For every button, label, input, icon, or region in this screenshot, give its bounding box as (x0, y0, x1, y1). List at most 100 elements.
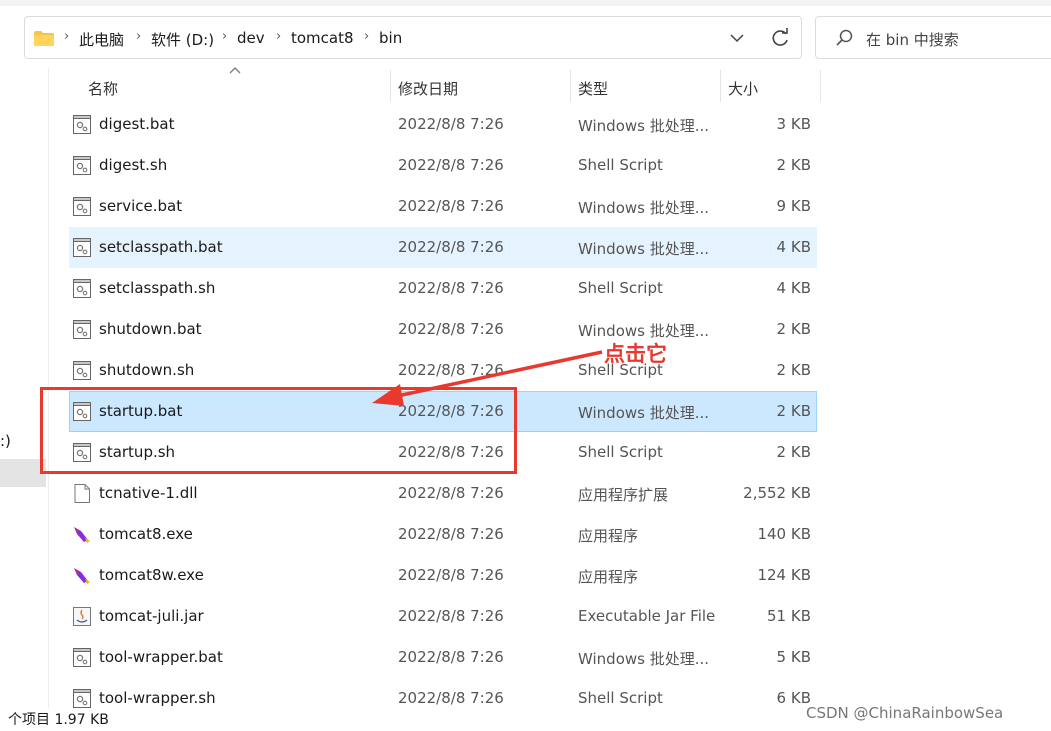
file-size: 2 KB (776, 156, 811, 174)
file-date: 2022/8/8 7:26 (398, 648, 504, 666)
status-bar-text: 个项目 1.97 KB (8, 712, 109, 728)
column-header-size[interactable]: 大小 (728, 78, 758, 99)
watermark: CSDN @ChinaRainbowSea (806, 704, 1004, 722)
breadcrumb-item-this-pc[interactable]: 此电脑 (79, 29, 124, 50)
file-type: Executable Jar File (578, 607, 716, 625)
file-type: Shell Script (578, 443, 663, 461)
file-size: 2,552 KB (743, 484, 811, 502)
chevron-down-icon[interactable] (729, 29, 745, 47)
file-date: 2022/8/8 7:26 (398, 607, 504, 625)
batch-file-icon (73, 115, 91, 134)
file-date: 2022/8/8 7:26 (398, 238, 504, 256)
column-header-date[interactable]: 修改日期 (398, 78, 458, 99)
file-date: 2022/8/8 7:26 (398, 115, 504, 133)
chevron-right-icon[interactable]: › (136, 29, 141, 44)
file-name[interactable]: tomcat8.exe (99, 525, 193, 543)
file-size: 4 KB (776, 279, 811, 297)
file-name[interactable]: tcnative-1.dll (99, 484, 198, 502)
script-file-icon (73, 279, 91, 298)
script-file-icon (73, 689, 91, 708)
file-type: Shell Script (578, 156, 663, 174)
file-name[interactable]: setclasspath.sh (99, 279, 215, 297)
column-separator[interactable] (390, 70, 391, 102)
file-row[interactable]: tomcat8w.exe 2022/8/8 7:26 应用程序 124 KB (69, 555, 817, 596)
file-name[interactable]: setclasspath.bat (99, 238, 223, 256)
file-type: 应用程序 (578, 527, 639, 545)
file-row[interactable]: setclasspath.sh 2022/8/8 7:26 Shell Script… (69, 268, 817, 309)
file-date: 2022/8/8 7:26 (398, 484, 504, 502)
file-size: 3 KB (776, 115, 811, 133)
column-header-name[interactable]: 名称 (88, 78, 118, 99)
search-input[interactable]: 在 bin 中搜索 (866, 29, 959, 50)
file-type: Shell Script (578, 279, 663, 297)
column-separator[interactable] (820, 70, 821, 102)
file-size: 2 KB (776, 320, 811, 338)
file-size: 9 KB (776, 197, 811, 215)
file-name[interactable]: service.bat (99, 197, 182, 215)
breadcrumb-item-dev[interactable]: dev (237, 29, 265, 47)
file-name[interactable]: shutdown.sh (99, 361, 194, 379)
column-separator[interactable] (570, 70, 571, 102)
file-size: 5 KB (776, 648, 811, 666)
file-type: 应用程序 (578, 568, 639, 586)
file-name[interactable]: digest.sh (99, 156, 167, 174)
file-row[interactable]: setclasspath.bat 2022/8/8 7:26 Windows 批处理… (69, 227, 817, 268)
file-size: 4 KB (776, 238, 811, 256)
file-size: 2 KB (776, 361, 811, 379)
chevron-right-icon: › (64, 29, 70, 44)
file-size: 2 KB (776, 443, 811, 461)
script-file-icon (73, 361, 91, 380)
batch-file-icon (73, 320, 91, 339)
file-type: Windows 批处理... (578, 117, 710, 135)
breadcrumb-item-tomcat8[interactable]: tomcat8 (291, 29, 354, 47)
file-size: 124 KB (757, 566, 811, 584)
script-file-icon (73, 156, 91, 175)
file-row[interactable]: digest.sh 2022/8/8 7:26 Shell Script 2 KB (69, 145, 817, 186)
file-name[interactable]: tool-wrapper.sh (99, 689, 216, 707)
file-date: 2022/8/8 7:26 (398, 689, 504, 707)
address-bar[interactable]: › 此电脑 › 软件 (D:) › dev › tomcat8 › bin (24, 16, 802, 59)
file-row[interactable]: tomcat8.exe 2022/8/8 7:26 应用程序 140 KB (69, 514, 817, 555)
file-date: 2022/8/8 7:26 (398, 279, 504, 297)
file-name[interactable]: tomcat8w.exe (99, 566, 204, 584)
column-separator[interactable] (720, 70, 721, 102)
jar-file-icon (73, 607, 91, 626)
file-type: Shell Script (578, 689, 663, 707)
sort-ascending-icon (229, 67, 241, 74)
chevron-right-icon[interactable]: › (222, 29, 227, 44)
file-name[interactable]: shutdown.bat (99, 320, 202, 338)
file-size: 51 KB (767, 607, 811, 625)
annotation-arrow-icon (372, 350, 603, 406)
file-row[interactable]: tcnative-1.dll 2022/8/8 7:26 应用程序扩展 2,552 K… (69, 473, 817, 514)
file-size: 2 KB (776, 402, 811, 420)
file-type: Windows 批处理... (578, 650, 710, 668)
file-type: Windows 批处理... (578, 199, 710, 217)
file-name[interactable]: digest.bat (99, 115, 175, 133)
file-row[interactable]: tool-wrapper.bat 2022/8/8 7:26 Windows 批处理… (69, 637, 817, 678)
annotation-label: 点击它 (604, 342, 667, 366)
window-top-strip (0, 0, 1051, 6)
column-header-type[interactable]: 类型 (578, 78, 608, 99)
batch-file-icon (73, 648, 91, 667)
dll-file-icon (73, 484, 91, 503)
file-date: 2022/8/8 7:26 (398, 197, 504, 215)
file-size: 140 KB (757, 525, 811, 543)
search-box[interactable]: 在 bin 中搜索 (815, 16, 1051, 59)
breadcrumb-item-bin[interactable]: bin (379, 29, 402, 47)
file-name[interactable]: tool-wrapper.bat (99, 648, 223, 666)
breadcrumb-item-drive-d[interactable]: 软件 (D:) (151, 29, 214, 50)
file-date: 2022/8/8 7:26 (398, 525, 504, 543)
folder-icon (34, 31, 54, 46)
nav-pane-drive-label[interactable]: :) (0, 432, 11, 450)
file-date: 2022/8/8 7:26 (398, 156, 504, 174)
chevron-right-icon[interactable]: › (364, 29, 369, 44)
refresh-icon[interactable] (769, 27, 791, 49)
file-row[interactable]: tool-wrapper.sh 2022/8/8 7:26 Shell Script… (69, 678, 817, 719)
chevron-right-icon[interactable]: › (276, 29, 281, 44)
file-row[interactable]: digest.bat 2022/8/8 7:26 Windows 批处理... 3 K… (69, 104, 817, 145)
file-row[interactable]: tomcat-juli.jar 2022/8/8 7:26 Executable J… (69, 596, 817, 637)
tomcat-exe-icon (73, 566, 91, 585)
batch-file-icon (73, 238, 91, 257)
file-name[interactable]: tomcat-juli.jar (99, 607, 204, 625)
file-row[interactable]: service.bat 2022/8/8 7:26 Windows 批处理... 9 … (69, 186, 817, 227)
